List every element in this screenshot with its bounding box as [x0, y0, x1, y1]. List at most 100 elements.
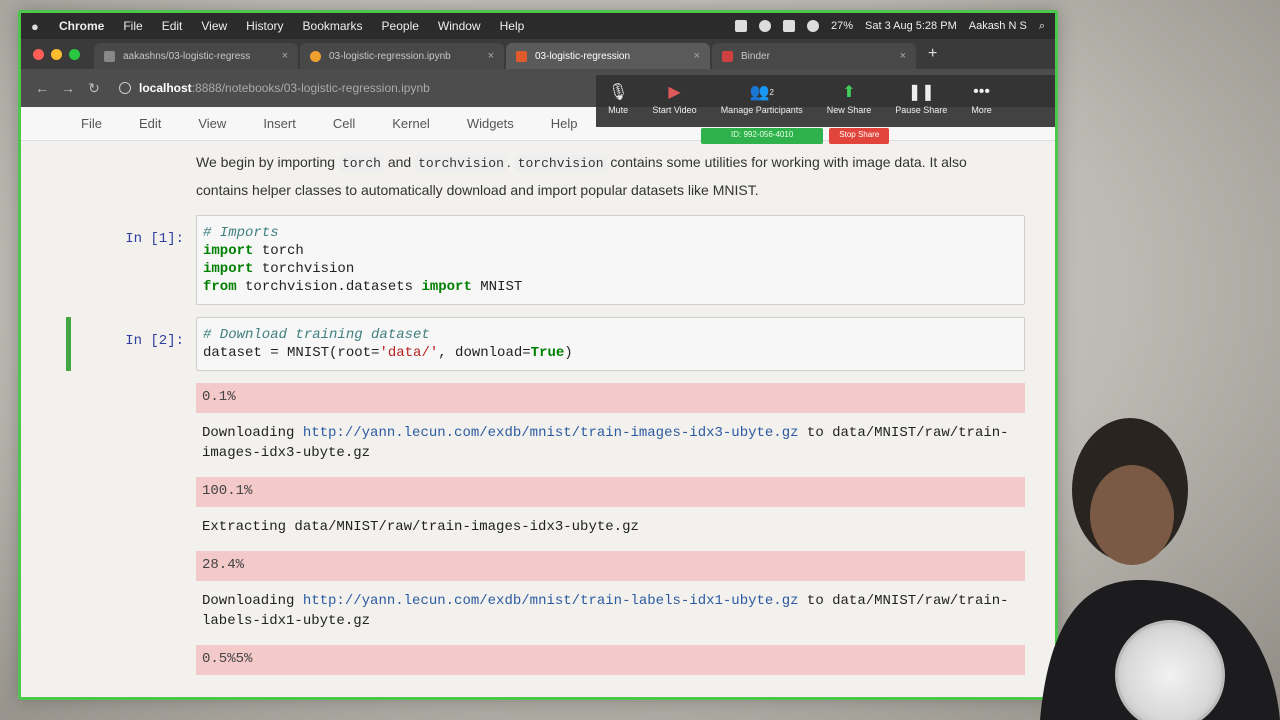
download-log: Downloading http://yann.lecun.com/exdb/m…	[196, 413, 1025, 465]
download-link[interactable]: http://yann.lecun.com/exdb/mnist/train-l…	[303, 593, 799, 609]
inline-code: torch	[338, 155, 384, 172]
url-path: :8888/notebooks/03-logistic-regression.i…	[191, 81, 430, 95]
more-icon: •••	[973, 83, 990, 100]
clock[interactable]: Sat 3 Aug 5:28 PM	[865, 20, 957, 32]
input-prompt: In [1]:	[125, 231, 184, 247]
code-input[interactable]: # Imports import torch import torchvisio…	[196, 215, 1025, 305]
mute-button[interactable]: 🎙 Mute	[608, 81, 628, 115]
tab-github[interactable]: aakashns/03-logistic-regress ×	[94, 43, 298, 69]
tab-notebook-active[interactable]: 03-logistic-regression ×	[506, 43, 710, 69]
maximize-window-icon[interactable]	[69, 49, 80, 60]
tab-title: 03-logistic-regression.ipynb	[329, 50, 451, 62]
participants-icon: 👥 2	[749, 84, 774, 101]
menu-file[interactable]: File	[123, 19, 142, 33]
code-text: dataset = MNIST(root=	[203, 345, 380, 361]
menu-bookmarks[interactable]: Bookmarks	[303, 19, 363, 33]
participants-count: 2	[769, 87, 774, 97]
reload-icon[interactable]: ↻	[83, 80, 105, 97]
forward-icon[interactable]: →	[57, 80, 79, 96]
search-icon[interactable]: ⌕	[1039, 20, 1045, 33]
code-comment: # Download training dataset	[203, 327, 430, 343]
url-field[interactable]: localhost :8888/notebooks/03-logistic-re…	[119, 81, 430, 95]
jupyter-icon	[310, 50, 321, 62]
code-keyword: import	[203, 243, 254, 259]
manage-participants-button[interactable]: 👥 2 Manage Participants	[721, 81, 803, 115]
tab-notebook-ipynb[interactable]: 03-logistic-regression.ipynb ×	[300, 43, 504, 69]
code-input[interactable]: # Download training dataset dataset = MN…	[196, 317, 1025, 371]
new-tab-icon[interactable]: +	[928, 45, 937, 63]
cell-2-outputs: 0.1% Downloading http://yann.lecun.com/e…	[196, 383, 1025, 675]
log-text: Downloading	[202, 593, 303, 609]
code-text: MNIST	[471, 279, 523, 295]
tab-binder[interactable]: Binder ×	[712, 43, 916, 69]
code-text: torchvision	[253, 261, 355, 277]
menu-view[interactable]: View	[201, 19, 227, 33]
code-cell-1[interactable]: In [1]: # Imports import torch import to…	[76, 215, 1025, 305]
video-off-icon: ▶	[668, 84, 681, 101]
new-share-button[interactable]: ⬆ New Share	[827, 81, 872, 115]
dropbox-icon[interactable]	[782, 20, 795, 32]
code-keyword: import	[421, 279, 472, 295]
menu-edit[interactable]: Edit	[162, 19, 183, 33]
log-text: Downloading	[202, 425, 303, 441]
camera-icon[interactable]	[734, 20, 747, 32]
code-keyword: import	[203, 261, 254, 277]
button-label: Mute	[608, 105, 629, 115]
wifi-icon[interactable]	[806, 20, 819, 32]
menubar-tray: 27% Sat 3 Aug 5:28 PM Aakash N S ⌕	[734, 20, 1045, 33]
code-text: )	[564, 345, 573, 361]
notebook-container: We begin by importing torch and torchvis…	[21, 141, 1055, 675]
jupyter-menu-view[interactable]: View	[198, 116, 226, 131]
jupyter-menu-insert[interactable]: Insert	[263, 116, 296, 131]
info-icon[interactable]	[119, 82, 131, 94]
binder-icon	[722, 50, 733, 62]
extract-log: Extracting data/MNIST/raw/train-images-i…	[202, 519, 639, 535]
menu-history[interactable]: History	[246, 19, 283, 33]
jupyter-menu-cell[interactable]: Cell	[333, 116, 355, 131]
close-tab-icon[interactable]: ×	[900, 50, 906, 62]
code-text: torchvision.datasets	[236, 279, 422, 295]
pause-share-button[interactable]: ❚❚ Pause Share	[895, 81, 947, 115]
browser-tab-strip: aakashns/03-logistic-regress × 03-logist…	[21, 39, 1055, 69]
sync-icon[interactable]	[758, 20, 771, 32]
jupyter-menu-file[interactable]: File	[81, 116, 102, 131]
menu-window[interactable]: Window	[438, 19, 481, 33]
button-label: More	[971, 105, 992, 115]
menu-people[interactable]: People	[382, 19, 419, 33]
md-text: .	[506, 154, 511, 170]
meeting-id: ID: 992-056-4010	[701, 128, 824, 144]
code-text: , download=	[438, 345, 531, 361]
button-label: Start Video	[652, 105, 697, 115]
user-name[interactable]: Aakash N S	[969, 20, 1027, 32]
code-text: torch	[253, 243, 304, 259]
minimize-window-icon[interactable]	[51, 49, 62, 60]
menu-app-name[interactable]: Chrome	[59, 19, 104, 33]
jupyter-menu-edit[interactable]: Edit	[139, 116, 161, 131]
code-keyword: True	[530, 345, 565, 361]
close-tab-icon[interactable]: ×	[694, 50, 700, 62]
close-tab-icon[interactable]: ×	[488, 50, 494, 62]
download-link[interactable]: http://yann.lecun.com/exdb/mnist/train-i…	[303, 425, 799, 441]
stop-share-button[interactable]: Stop Share	[829, 128, 890, 144]
jupyter-menu-kernel[interactable]: Kernel	[392, 116, 430, 131]
code-cell-2[interactable]: In [2]: # Download training dataset data…	[66, 317, 1025, 371]
share-icon: ⬆	[842, 84, 856, 101]
start-video-button[interactable]: ▶ Start Video	[652, 81, 696, 115]
button-label: New Share	[826, 105, 872, 115]
code-keyword: from	[203, 279, 237, 295]
desk-fan	[1115, 620, 1225, 720]
window-controls	[33, 49, 80, 60]
md-text: and	[387, 154, 412, 170]
close-window-icon[interactable]	[33, 49, 44, 60]
markdown-cell[interactable]: We begin by importing torch and torchvis…	[196, 149, 1025, 203]
back-icon[interactable]: ←	[31, 80, 53, 96]
more-button[interactable]: ••• More	[971, 81, 992, 115]
jupyter-menu-help[interactable]: Help	[551, 116, 578, 131]
download-log: Downloading http://yann.lecun.com/exdb/m…	[196, 581, 1025, 633]
battery-percent[interactable]: 27%	[831, 20, 853, 32]
code-comment: # Imports	[203, 225, 279, 241]
menu-help[interactable]: Help	[500, 19, 525, 33]
close-tab-icon[interactable]: ×	[282, 50, 288, 62]
jupyter-menu-widgets[interactable]: Widgets	[467, 116, 514, 131]
apple-icon[interactable]: ●	[31, 19, 45, 34]
